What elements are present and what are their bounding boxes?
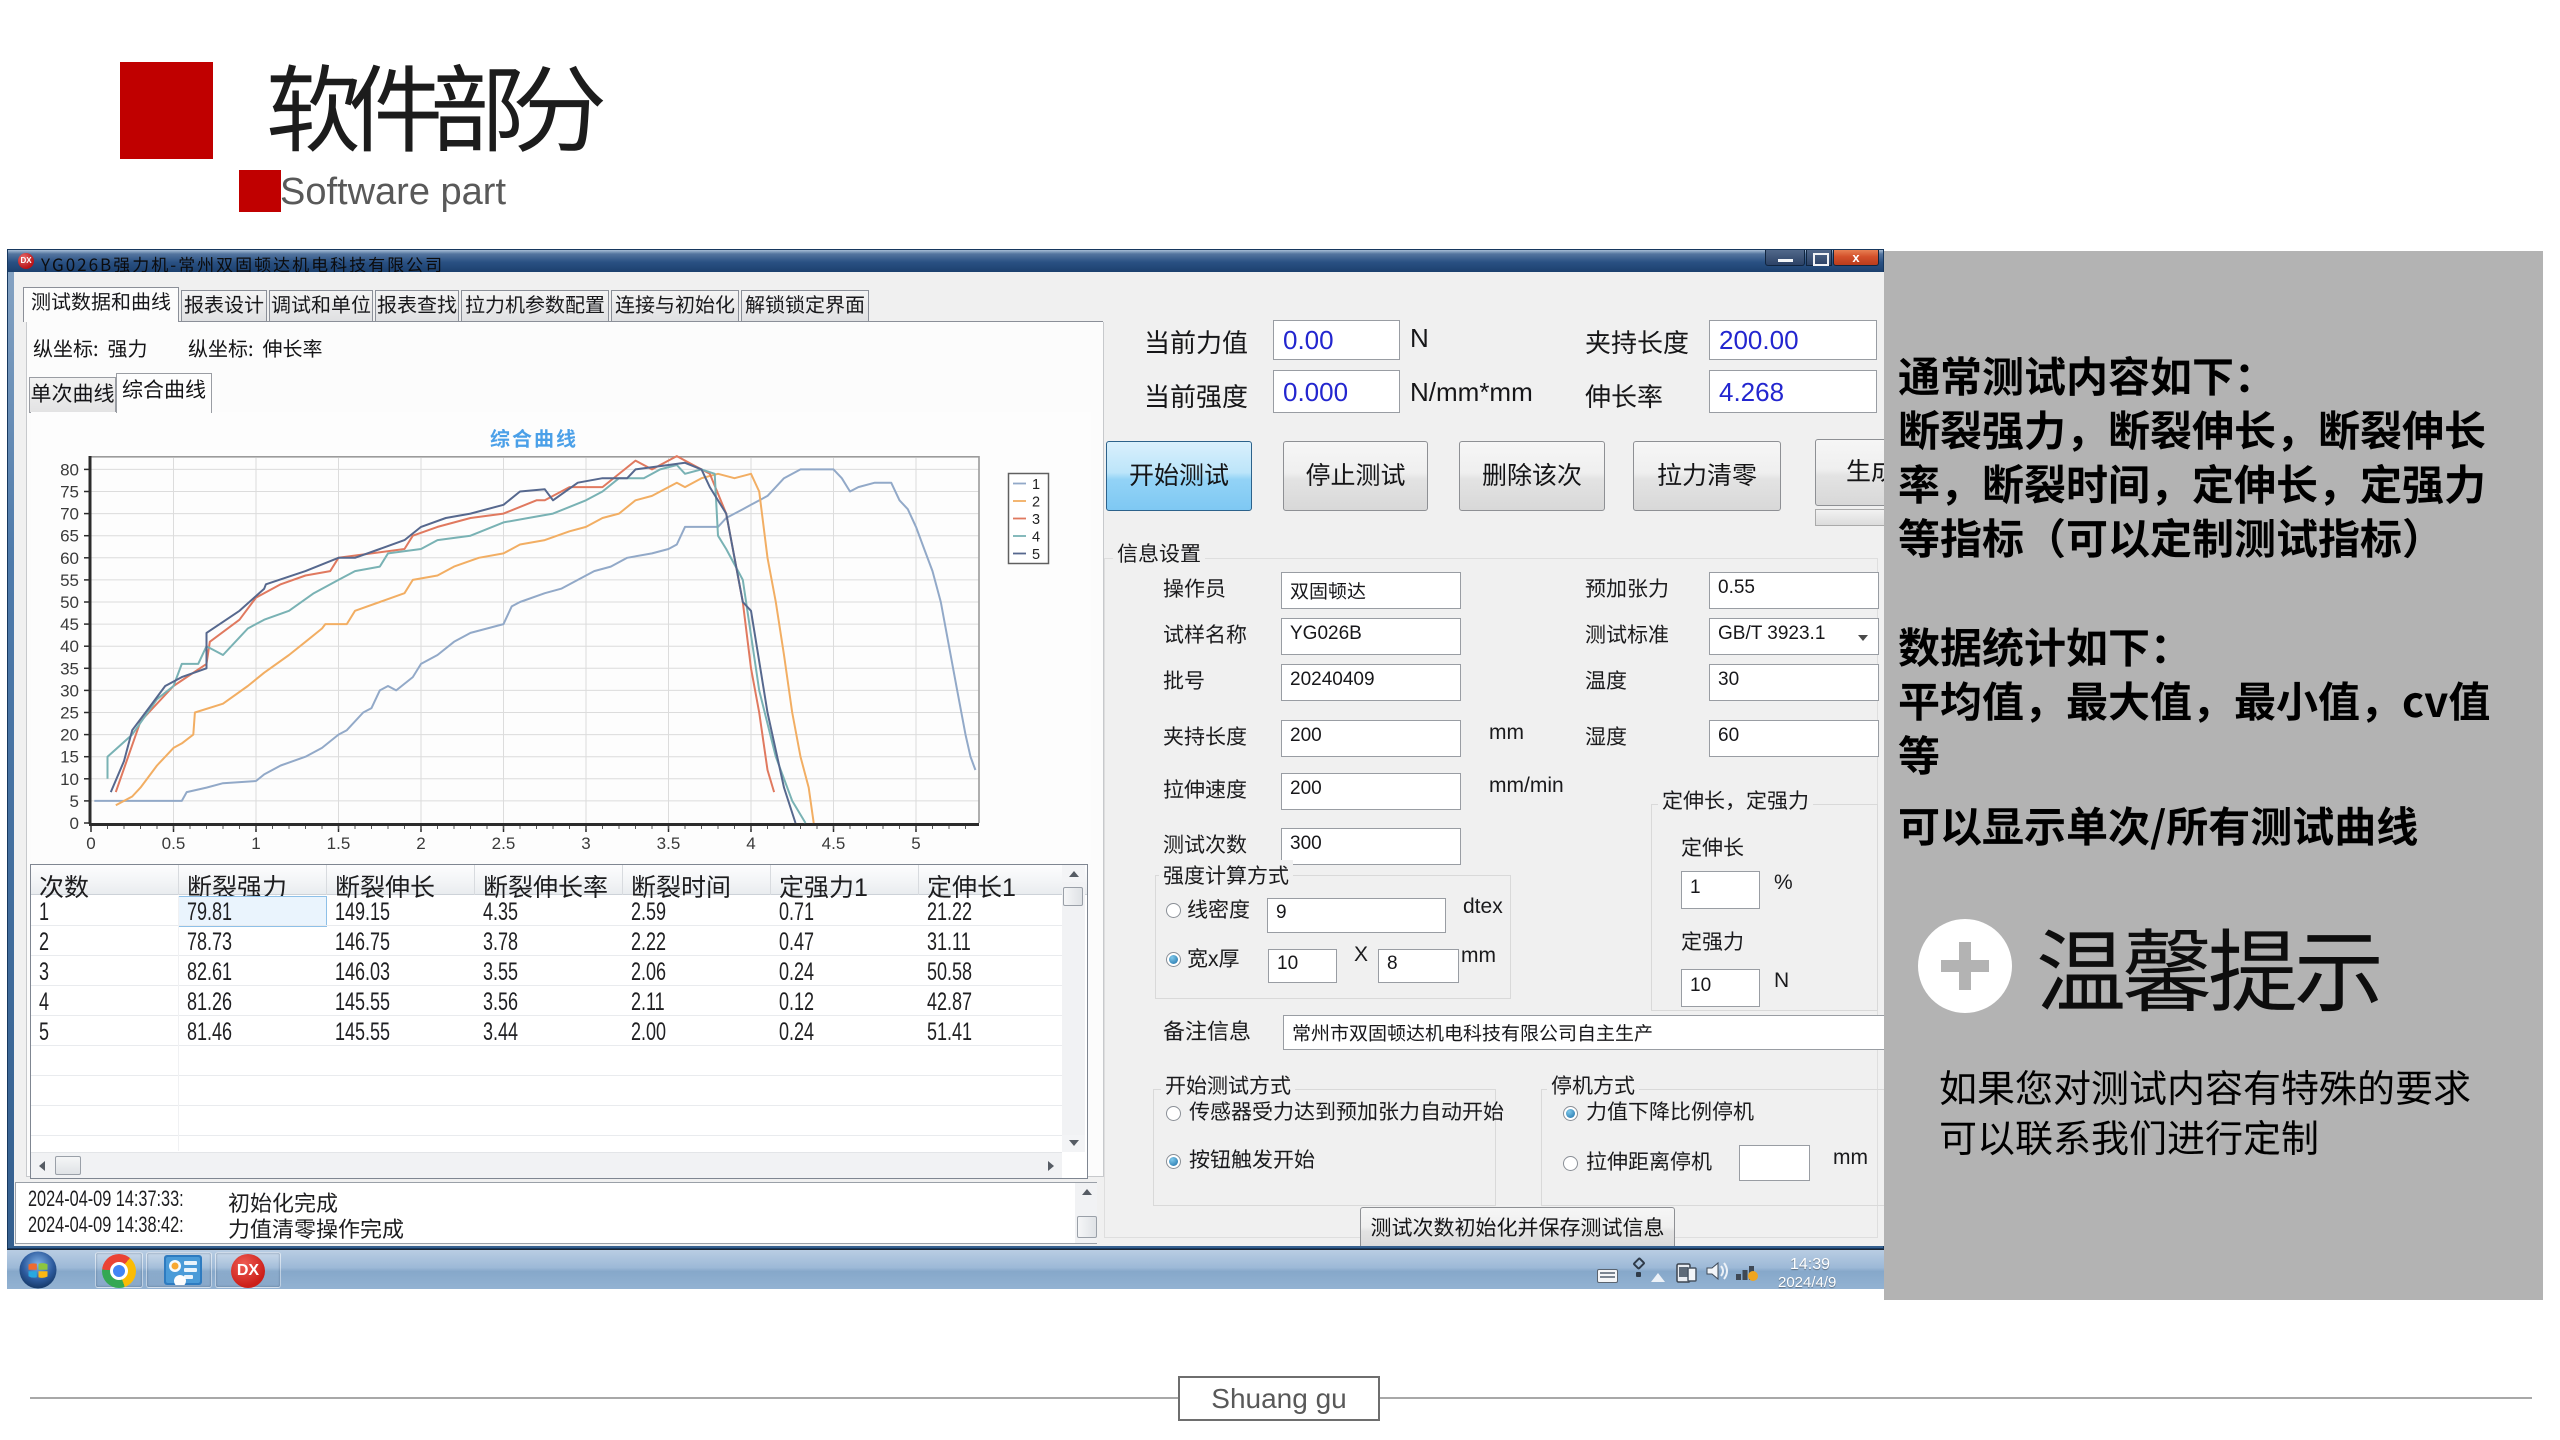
svg-text:15: 15: [60, 748, 79, 767]
svg-text:5: 5: [911, 834, 920, 853]
svg-text:0: 0: [86, 834, 95, 853]
svg-text:3: 3: [1032, 512, 1040, 528]
svg-text:10: 10: [60, 770, 79, 789]
svg-text:1.5: 1.5: [327, 834, 351, 853]
svg-text:45: 45: [60, 615, 79, 634]
svg-text:4: 4: [1032, 530, 1040, 546]
svg-text:0.5: 0.5: [162, 834, 186, 853]
svg-text:0: 0: [70, 814, 79, 833]
svg-text:75: 75: [60, 483, 79, 502]
svg-text:2: 2: [416, 834, 425, 853]
svg-text:80: 80: [60, 460, 79, 479]
svg-text:5: 5: [1032, 547, 1040, 563]
svg-text:65: 65: [60, 527, 79, 546]
svg-text:4.5: 4.5: [822, 834, 846, 853]
svg-text:4: 4: [746, 834, 755, 853]
svg-text:70: 70: [60, 505, 79, 524]
svg-text:2: 2: [1032, 495, 1040, 511]
svg-text:60: 60: [60, 549, 79, 568]
svg-text:2.5: 2.5: [492, 834, 516, 853]
svg-text:40: 40: [60, 637, 79, 656]
svg-text:1: 1: [251, 834, 260, 853]
svg-text:30: 30: [60, 681, 79, 700]
svg-text:20: 20: [60, 726, 79, 745]
svg-text:3.5: 3.5: [657, 834, 681, 853]
svg-text:55: 55: [60, 571, 79, 590]
svg-text:35: 35: [60, 659, 79, 678]
svg-text:25: 25: [60, 704, 79, 723]
svg-text:50: 50: [60, 593, 79, 612]
svg-text:1: 1: [1032, 477, 1040, 493]
svg-text:5: 5: [70, 792, 79, 811]
svg-text:3: 3: [581, 834, 590, 853]
